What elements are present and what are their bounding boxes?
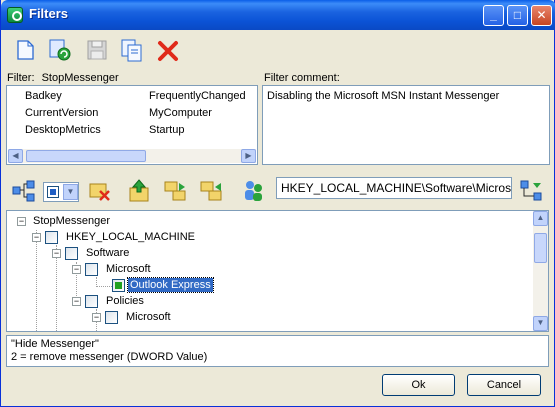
tree-node-label[interactable]: Microsoft xyxy=(124,310,173,324)
filter-name: StopMessenger xyxy=(41,72,119,84)
horizontal-scrollbar[interactable]: ◀ ▶ xyxy=(8,149,256,163)
folder-tree-icon[interactable] xyxy=(163,178,189,204)
filter-comment-label: Filter comment: xyxy=(264,72,340,84)
app-icon xyxy=(7,7,23,23)
network-tree-icon[interactable] xyxy=(11,178,37,204)
cancel-button[interactable]: Cancel xyxy=(467,374,541,396)
vertical-scrollbar[interactable]: ▲ ▼ xyxy=(533,211,548,331)
tree-node-label[interactable]: Policies xyxy=(104,294,146,308)
collapse-icon[interactable]: − xyxy=(52,249,61,258)
filter-label-row: Filter: StopMessenger xyxy=(7,72,119,84)
minimize-button[interactable]: _ xyxy=(483,5,504,26)
description-line-1: "Hide Messenger" xyxy=(11,338,99,350)
filter-keys-list[interactable]: Badkey CurrentVersion DesktopMetrics Fre… xyxy=(6,85,258,165)
comment-text: Disabling the Microsoft MSN Instant Mess… xyxy=(267,90,500,102)
main-toolbar xyxy=(1,30,555,70)
tree-line xyxy=(36,230,37,331)
collapse-icon[interactable]: − xyxy=(72,297,81,306)
maximize-button[interactable]: □ xyxy=(507,5,528,26)
list-item[interactable]: DesktopMetrics xyxy=(25,124,101,136)
scroll-thumb[interactable] xyxy=(534,233,547,263)
checkbox[interactable] xyxy=(45,231,58,244)
description-line-2: 2 = remove messenger (DWORD Value) xyxy=(11,351,208,363)
filters-window: Filters _ □ ✕ Filter: StopMessenger Filt… xyxy=(0,0,555,407)
users-icon[interactable] xyxy=(241,178,267,204)
checkbox[interactable] xyxy=(85,263,98,276)
check-state-dropdown[interactable]: ▼ xyxy=(43,182,79,202)
save-icon[interactable] xyxy=(85,38,111,64)
list-item[interactable]: MyComputer xyxy=(149,107,212,119)
navigate-key-icon[interactable] xyxy=(519,178,545,204)
close-button[interactable]: ✕ xyxy=(531,5,552,26)
checkbox-checked[interactable] xyxy=(112,279,125,292)
delete-icon[interactable] xyxy=(155,38,181,64)
tree-node-label[interactable]: StopMessenger xyxy=(31,214,112,228)
list-item[interactable]: CurrentVersion xyxy=(25,107,98,119)
checkbox[interactable] xyxy=(85,295,98,308)
tree-node-label[interactable]: Microsoft xyxy=(104,262,153,276)
tree-node-label[interactable]: Outlook Express xyxy=(127,277,214,293)
expand-up-icon[interactable] xyxy=(127,178,153,204)
collapse-icon[interactable]: − xyxy=(72,265,81,274)
chevron-down-icon[interactable]: ▼ xyxy=(63,184,78,200)
tree-node-label[interactable]: HKEY_LOCAL_MACHINE xyxy=(64,230,197,244)
scroll-down-button[interactable]: ▼ xyxy=(533,316,548,331)
window-title: Filters xyxy=(29,6,69,21)
tree-node-label[interactable]: Software xyxy=(84,246,131,260)
value-description: "Hide Messenger" 2 = remove messenger (D… xyxy=(6,335,549,367)
collapse-icon[interactable]: − xyxy=(17,217,26,226)
tree-content: − StopMessenger − HKEY_LOCAL_MACHINE − S… xyxy=(7,211,548,331)
refresh-icon[interactable] xyxy=(47,38,73,64)
folder-collapse-icon[interactable] xyxy=(199,178,225,204)
remove-key-icon[interactable] xyxy=(87,178,113,204)
list-item[interactable]: Badkey xyxy=(25,90,62,102)
filter-label: Filter: xyxy=(7,72,35,84)
list-item[interactable]: Startup xyxy=(149,124,184,136)
filter-comment-box[interactable]: Disabling the Microsoft MSN Instant Mess… xyxy=(262,85,550,165)
scroll-left-button[interactable]: ◀ xyxy=(8,149,23,163)
list-item[interactable]: FrequentlyChanged xyxy=(149,90,246,102)
collapse-icon[interactable]: − xyxy=(32,233,41,242)
collapse-icon[interactable]: − xyxy=(92,313,101,322)
ok-button[interactable]: Ok xyxy=(382,374,455,396)
scroll-thumb[interactable] xyxy=(26,150,146,162)
new-filter-icon[interactable] xyxy=(13,38,39,64)
checkbox[interactable] xyxy=(105,311,118,324)
scroll-right-button[interactable]: ▶ xyxy=(241,149,256,163)
title-bar[interactable]: Filters _ □ ✕ xyxy=(1,0,555,30)
registry-path-field[interactable]: HKEY_LOCAL_MACHINE\Software\Microsoft\O xyxy=(276,177,512,199)
scroll-up-button[interactable]: ▲ xyxy=(533,211,548,226)
checkbox-icon xyxy=(47,186,59,198)
checkbox[interactable] xyxy=(65,247,78,260)
copy-icon[interactable] xyxy=(119,38,145,64)
